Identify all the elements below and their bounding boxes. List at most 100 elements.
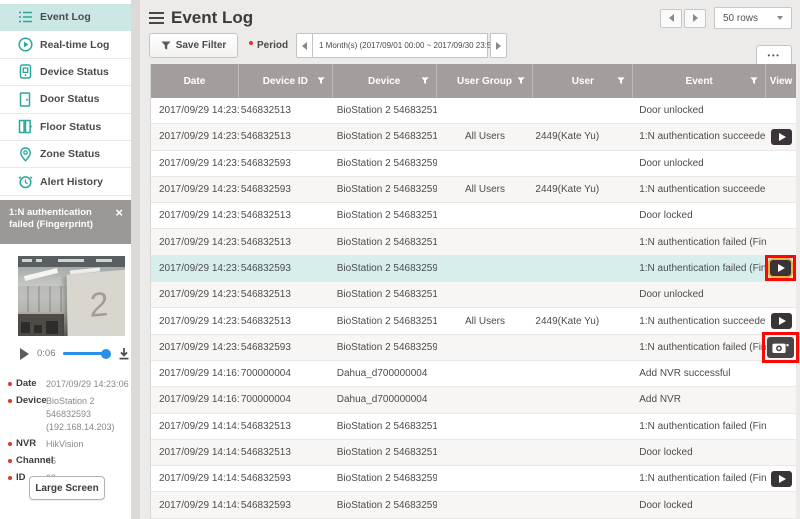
save-filter-button[interactable]: Save Filter bbox=[149, 33, 238, 58]
sidebar-item-floor-status[interactable]: Floor Status bbox=[0, 114, 131, 141]
sidebar-item-door-status[interactable]: Door Status bbox=[0, 86, 131, 113]
cell-view bbox=[766, 387, 796, 412]
cell-event: Door unlocked bbox=[633, 98, 766, 123]
snapshot-button[interactable] bbox=[767, 337, 794, 358]
cell-user-group bbox=[437, 387, 534, 412]
cell-date: 2017/09/29 14:14:46 bbox=[151, 414, 239, 439]
download-icon[interactable] bbox=[118, 347, 130, 360]
thumbnail-number-2: 2 bbox=[89, 284, 109, 325]
save-filter-label: Save Filter bbox=[176, 40, 227, 51]
table-row[interactable]: 2017/09/29 14:23:09546832593BioStation 2… bbox=[151, 177, 796, 203]
filter-icon[interactable] bbox=[517, 77, 525, 85]
next-page-button[interactable] bbox=[684, 9, 706, 28]
filter-icon[interactable] bbox=[421, 77, 429, 85]
sidebar-item-label: Device Status bbox=[40, 66, 109, 78]
filter-icon[interactable] bbox=[750, 77, 758, 85]
column-header-date[interactable]: Date bbox=[151, 64, 239, 98]
cell-device: BioStation 2 546832513 (... bbox=[333, 229, 437, 254]
cell-date: 2017/09/29 14:23:02 bbox=[151, 335, 239, 360]
period-prev-button[interactable] bbox=[296, 33, 313, 58]
prev-page-button[interactable] bbox=[660, 9, 682, 28]
detail-label: ID bbox=[16, 472, 26, 483]
column-header-user[interactable]: User bbox=[533, 64, 633, 98]
bullet-icon bbox=[8, 442, 12, 446]
column-header-event[interactable]: Event bbox=[633, 64, 766, 98]
table-row[interactable]: 2017/09/29 14:23:02546832593BioStation 2… bbox=[151, 335, 796, 361]
bullet-icon bbox=[8, 459, 12, 463]
cell-date: 2017/09/29 14:14:42 bbox=[151, 492, 239, 517]
pagination: 50 rows bbox=[658, 7, 792, 29]
table-row[interactable]: 2017/09/29 14:14:46546832513BioStation 2… bbox=[151, 414, 796, 440]
cell-date: 2017/09/29 14:16:29 bbox=[151, 387, 239, 412]
playback-time: 0:06 bbox=[37, 348, 56, 359]
filter-icon[interactable] bbox=[317, 77, 325, 85]
cell-device: Dahua_d700000004 bbox=[333, 387, 437, 412]
play-video-button[interactable] bbox=[771, 313, 792, 329]
filter-icon[interactable] bbox=[617, 77, 625, 85]
detail-value: 46 bbox=[46, 455, 130, 468]
sidebar-item-event-log[interactable]: Event Log bbox=[0, 4, 131, 31]
play-icon bbox=[778, 264, 785, 272]
sidebar-item-zone-status[interactable]: Zone Status bbox=[0, 141, 131, 168]
alert-notification[interactable]: 1:N authentication failed (Fingerprint) … bbox=[0, 200, 131, 244]
event-log-icon bbox=[17, 9, 33, 25]
floor-status-icon bbox=[17, 119, 33, 135]
cell-device: BioStation 2 546832593 (... bbox=[333, 492, 437, 517]
cell-device: BioStation 2 546832513 (... bbox=[333, 308, 437, 333]
table-row[interactable]: 2017/09/29 14:16:30700000004Dahua_d70000… bbox=[151, 361, 796, 387]
play-icon bbox=[779, 133, 786, 141]
detail-label: Date bbox=[16, 378, 37, 389]
large-screen-button[interactable]: Large Screen bbox=[29, 476, 105, 500]
seek-slider-knob[interactable] bbox=[101, 349, 111, 359]
sidebar-item-device-status[interactable]: Device Status bbox=[0, 59, 131, 86]
sidebar-item-alert-history[interactable]: Alert History bbox=[0, 168, 131, 195]
period-select[interactable]: 1 Month(s) (2017/09/01 00:00 ~ 2017/09/3… bbox=[312, 33, 488, 58]
column-header-device[interactable]: Device bbox=[333, 64, 437, 98]
table-row[interactable]: 2017/09/29 14:23:08546832513BioStation 2… bbox=[151, 229, 796, 255]
cell-user bbox=[533, 492, 633, 517]
view-button-wrap bbox=[771, 313, 792, 329]
cell-event: 1:N authentication failed (Fingerpri... bbox=[633, 335, 766, 360]
cell-event: Add NVR bbox=[633, 387, 766, 412]
table-row[interactable]: 2017/09/29 14:23:08546832513BioStation 2… bbox=[151, 203, 796, 229]
cell-view bbox=[766, 414, 796, 439]
period-next-button[interactable] bbox=[490, 33, 507, 58]
cell-device: BioStation 2 546832513 (... bbox=[333, 124, 437, 149]
more-options-button[interactable]: ••• bbox=[756, 45, 792, 66]
column-header-user-group[interactable]: User Group bbox=[437, 64, 534, 98]
cell-view bbox=[766, 177, 796, 202]
cell-view bbox=[766, 440, 796, 465]
table-row[interactable]: 2017/09/29 14:14:42546832593BioStation 2… bbox=[151, 466, 796, 492]
play-icon[interactable] bbox=[20, 348, 29, 360]
play-video-button[interactable] bbox=[771, 471, 792, 487]
cell-device: BioStation 2 546832513 (... bbox=[333, 440, 437, 465]
table-row[interactable]: 2017/09/29 14:16:29700000004Dahua_d70000… bbox=[151, 387, 796, 413]
cell-device-id: 546832593 bbox=[239, 151, 333, 176]
detail-nvr: NVR HikVision bbox=[8, 438, 131, 451]
sidebar-item-realtime-log[interactable]: Real-time Log bbox=[0, 31, 131, 58]
cell-event: 1:N authentication failed (Fingerpri... bbox=[633, 256, 766, 281]
cell-date: 2017/09/29 14:23:12 bbox=[151, 98, 239, 123]
table-row[interactable]: 2017/09/29 14:23:05546832513BioStation 2… bbox=[151, 282, 796, 308]
table-row[interactable]: 2017/09/29 14:23:12546832513BioStation 2… bbox=[151, 98, 796, 124]
table-row[interactable]: 2017/09/29 14:23:05546832513BioStation 2… bbox=[151, 308, 796, 334]
cell-user-group bbox=[437, 335, 534, 360]
table-row[interactable]: 2017/09/29 14:23:12546832513BioStation 2… bbox=[151, 124, 796, 150]
play-video-button[interactable] bbox=[770, 260, 791, 276]
video-thumbnail[interactable]: 2 bbox=[18, 256, 125, 336]
table-row[interactable]: 2017/09/29 14:23:06546832593BioStation 2… bbox=[151, 256, 796, 282]
cell-event: 1:N authentication failed (Fingerpri... bbox=[633, 229, 766, 254]
seek-slider[interactable] bbox=[63, 352, 109, 355]
play-video-button[interactable] bbox=[771, 129, 792, 145]
rows-per-page-select[interactable]: 50 rows bbox=[714, 7, 792, 29]
close-icon[interactable]: × bbox=[115, 205, 123, 221]
cell-event: 1:N authentication succeeded (Fin... bbox=[633, 308, 766, 333]
table-row[interactable]: 2017/09/29 14:14:45546832513BioStation 2… bbox=[151, 440, 796, 466]
funnel-icon bbox=[161, 41, 171, 51]
bullet-icon bbox=[8, 382, 12, 386]
period-value: 1 Month(s) (2017/09/01 00:00 ~ 2017/09/3… bbox=[319, 41, 498, 50]
column-header-device-id[interactable]: Device ID bbox=[239, 64, 333, 98]
table-row[interactable]: 2017/09/29 14:14:42546832593BioStation 2… bbox=[151, 492, 796, 518]
table-row[interactable]: 2017/09/29 14:23:09546832593BioStation 2… bbox=[151, 151, 796, 177]
cell-event: 1:N authentication failed (Fingerpri... bbox=[633, 466, 766, 491]
